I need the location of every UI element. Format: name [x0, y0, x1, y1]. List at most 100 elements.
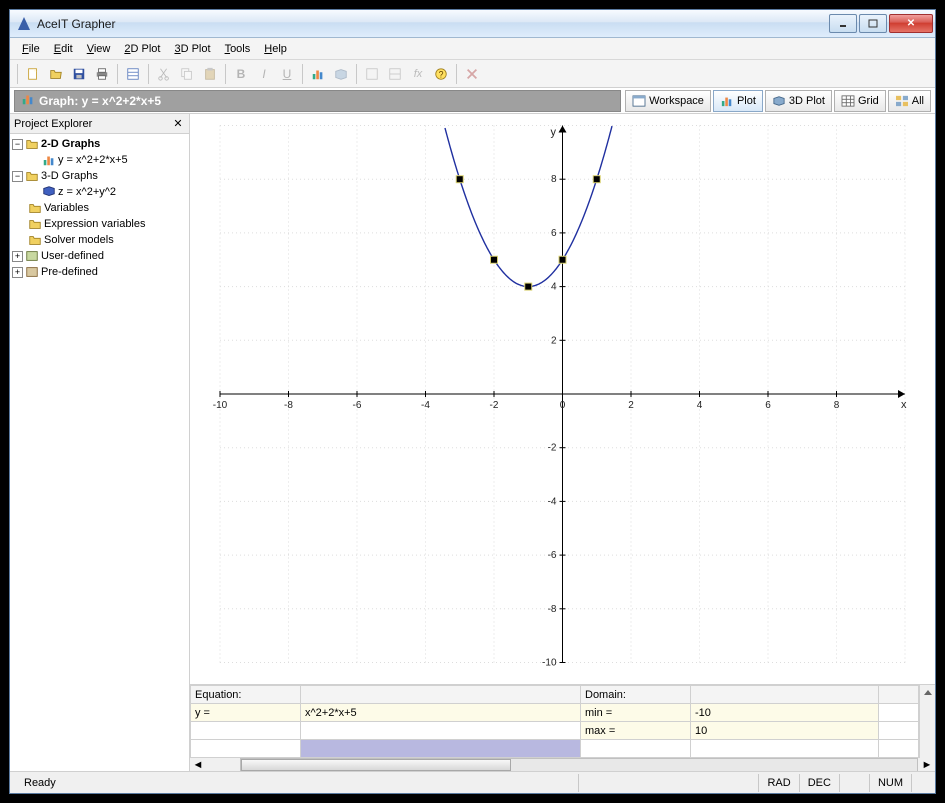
svg-text:8: 8 [834, 400, 840, 411]
expand-icon[interactable]: + [12, 251, 23, 262]
underline-button[interactable]: U [276, 63, 298, 85]
bold-button[interactable]: B [230, 63, 252, 85]
save-button[interactable] [68, 63, 90, 85]
svg-text:4: 4 [697, 400, 703, 411]
minimize-button[interactable] [829, 14, 857, 33]
menu-file[interactable]: File [16, 41, 46, 57]
view-grid-button[interactable]: Grid [834, 90, 886, 112]
status-text: Ready [14, 777, 578, 789]
tree-node-user-defined[interactable]: +User-defined [12, 248, 187, 264]
folder-icon [25, 169, 39, 183]
svg-text:-10: -10 [213, 400, 228, 411]
menubar: File Edit View 2D Plot 3D Plot Tools Hel… [10, 38, 935, 60]
equation-panel: Equation: Domain: y = x^2+2*x+5 min = -1… [190, 685, 935, 758]
fx-button[interactable]: fx [407, 63, 429, 85]
print-button[interactable] [91, 63, 113, 85]
svg-text:2: 2 [551, 335, 557, 346]
status-rad: RAD [758, 774, 798, 792]
svg-text:-4: -4 [421, 400, 430, 411]
tree-node-solver-models[interactable]: Solver models [12, 232, 187, 248]
chart-icon [21, 92, 35, 109]
status-num: NUM [869, 774, 911, 792]
menu-edit[interactable]: Edit [48, 41, 79, 57]
svg-text:4: 4 [551, 282, 557, 293]
svg-text:x: x [901, 399, 907, 411]
graph-header-row: Graph: y = x^2+2*x+5 Workspace Plot 3D P… [10, 88, 935, 114]
svg-text:-6: -6 [548, 550, 557, 561]
delete-button[interactable] [461, 63, 483, 85]
italic-button[interactable]: I [253, 63, 275, 85]
help-button[interactable]: ? [430, 63, 452, 85]
svg-text:6: 6 [551, 228, 557, 239]
toolbar: B I U fx ? [10, 60, 935, 88]
sidebar-header: Project Explorer ✕ [10, 114, 189, 134]
app-window: AceIT Grapher ✕ File Edit View 2D Plot 3… [9, 9, 936, 794]
tree-node-eq2[interactable]: z = x^2+y^2 [12, 184, 187, 200]
close-button[interactable]: ✕ [889, 14, 933, 33]
svg-text:6: 6 [765, 400, 771, 411]
tree-node-2d-graphs[interactable]: −2-D Graphs [12, 136, 187, 152]
open-button[interactable] [45, 63, 67, 85]
chart-icon [42, 153, 56, 167]
statusbar: Ready RAD DEC NUM [10, 771, 935, 793]
folder-icon [25, 137, 39, 151]
new-button[interactable] [22, 63, 44, 85]
copy-button[interactable] [176, 63, 198, 85]
y-label: y = [191, 704, 301, 722]
properties-button[interactable] [122, 63, 144, 85]
collapse-icon[interactable]: − [12, 171, 23, 182]
view-3dplot-button[interactable]: 3D Plot [765, 90, 832, 112]
maximize-button[interactable] [859, 14, 887, 33]
tree-node-pre-defined[interactable]: +Pre-defined [12, 264, 187, 280]
cut-button[interactable] [153, 63, 175, 85]
menu-help[interactable]: Help [258, 41, 293, 57]
menu-tools[interactable]: Tools [219, 41, 257, 57]
max-input[interactable]: 10 [691, 722, 879, 740]
selection-bar[interactable] [301, 740, 581, 758]
tree-node-expression-variables[interactable]: Expression variables [12, 216, 187, 232]
tree-node-variables[interactable]: Variables [12, 200, 187, 216]
menu-2dplot[interactable]: 2D Plot [118, 41, 166, 57]
tree-node-eq1[interactable]: y = x^2+2*x+5 [12, 152, 187, 168]
menu-3dplot[interactable]: 3D Plot [168, 41, 216, 57]
tree-node-3d-graphs[interactable]: −3-D Graphs [12, 168, 187, 184]
plot-canvas[interactable]: -10-8-6-4-22468-10-8-6-4-224680xy [190, 114, 935, 684]
expression-input[interactable]: x^2+2*x+5 [301, 704, 581, 722]
expand-icon[interactable]: + [12, 267, 23, 278]
min-label: min = [581, 704, 691, 722]
folder-icon [28, 201, 42, 215]
plot-panel: -10-8-6-4-22468-10-8-6-4-224680xy Equati… [190, 114, 935, 771]
svg-text:2: 2 [628, 400, 634, 411]
view-plot-button[interactable]: Plot [713, 90, 763, 112]
vertical-scrollbar[interactable] [919, 685, 935, 758]
svg-text:-6: -6 [353, 400, 362, 411]
plot-area[interactable]: -10-8-6-4-22468-10-8-6-4-224680xy [190, 114, 935, 685]
svg-text:-2: -2 [548, 443, 557, 454]
horizontal-scrollbar[interactable]: ◄ ► [190, 758, 935, 771]
tool-a-button[interactable] [361, 63, 383, 85]
tool-b-button[interactable] [384, 63, 406, 85]
sidebar-close-button[interactable]: ✕ [171, 117, 185, 130]
project-explorer: Project Explorer ✕ −2-D Graphs y = x^2+2… [10, 114, 190, 771]
svg-text:0: 0 [560, 400, 566, 411]
status-dec: DEC [799, 774, 839, 792]
svg-text:y: y [551, 127, 557, 139]
min-input[interactable]: -10 [691, 704, 879, 722]
chart-button[interactable] [307, 63, 329, 85]
sidebar-title: Project Explorer [14, 118, 171, 130]
svg-text:-8: -8 [548, 604, 557, 615]
collapse-icon[interactable]: − [12, 139, 23, 150]
graph-title-label: Graph: y = x^2+2*x+5 [39, 94, 161, 108]
chart3d-button[interactable] [330, 63, 352, 85]
main-area: Project Explorer ✕ −2-D Graphs y = x^2+2… [10, 114, 935, 771]
app-icon [16, 16, 32, 32]
module-icon [25, 265, 39, 279]
svg-text:?: ? [439, 69, 444, 79]
view-workspace-button[interactable]: Workspace [625, 90, 711, 112]
domain-label: Domain: [581, 686, 691, 704]
svg-text:-4: -4 [548, 496, 557, 507]
paste-button[interactable] [199, 63, 221, 85]
max-label: max = [581, 722, 691, 740]
menu-view[interactable]: View [81, 41, 117, 57]
view-all-button[interactable]: All [888, 90, 931, 112]
